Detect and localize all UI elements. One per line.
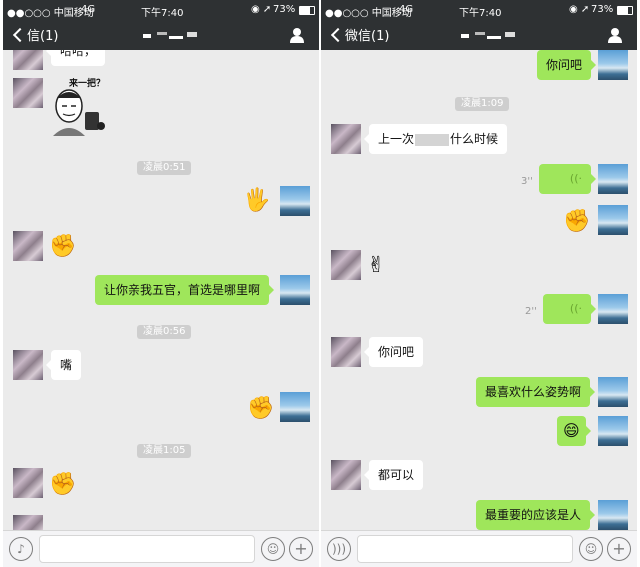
- message-bubble[interactable]: 都可以: [363, 460, 424, 490]
- sticker-message[interactable]: 来一把？: [51, 76, 111, 138]
- message-text: 什么时候: [450, 132, 499, 146]
- voice-duration: 2'': [525, 306, 537, 317]
- voice-icon: ((·: [569, 302, 582, 315]
- battery-level: 73%: [591, 4, 614, 15]
- plus-icon[interactable]: +: [289, 537, 313, 561]
- network-type: 4G: [399, 4, 414, 15]
- avatar[interactable]: [598, 500, 628, 530]
- contact-name-redacted: [461, 27, 521, 39]
- avatar[interactable]: [598, 416, 628, 446]
- victory-hand-emoji[interactable]: ✌: [367, 253, 385, 279]
- location-icon: ◉ ➚: [569, 4, 590, 15]
- avatar[interactable]: [598, 50, 628, 80]
- avatar[interactable]: [13, 231, 43, 261]
- input-toolbar: ♪ ☺ +: [3, 530, 319, 567]
- message-list[interactable]: 哈哈， 来一把？ 凌晨0:51 🖐 ✊ 让你亲我五官，首选是哪里啊 凌晨0:56…: [3, 50, 319, 530]
- redacted-text: [415, 133, 450, 146]
- fist-emoji[interactable]: ✊: [49, 472, 76, 498]
- message-text: 上一次: [378, 132, 415, 146]
- timestamp: 凌晨0:56: [137, 325, 192, 339]
- voice-duration: 3'': [521, 176, 533, 187]
- nav-bar: 微信(1): [321, 20, 637, 50]
- person-icon[interactable]: [289, 27, 305, 47]
- chevron-left-icon: [330, 27, 346, 43]
- input-toolbar: ))) ☺ +: [321, 530, 637, 567]
- left-chat-screen: ●●○○○ 中国移动 4G 下午7:40 ◉ ➚ 73% 信(1) 哈哈， 来一…: [3, 0, 319, 567]
- message-bubble[interactable]: 嘴: [45, 350, 82, 380]
- network-type: 4G: [81, 4, 96, 15]
- avatar[interactable]: [598, 294, 628, 324]
- contact-name-redacted: [143, 27, 203, 39]
- back-button[interactable]: 信(1): [11, 25, 58, 44]
- avatar[interactable]: [280, 275, 310, 305]
- avatar[interactable]: [598, 205, 628, 235]
- battery-level: 73%: [273, 4, 296, 15]
- smile-emoji[interactable]: 😄: [557, 416, 591, 446]
- avatar[interactable]: [280, 186, 310, 216]
- person-icon[interactable]: [607, 27, 623, 47]
- avatar[interactable]: [13, 468, 43, 498]
- emoji-icon[interactable]: ☺: [579, 537, 603, 561]
- clock: 下午7:40: [459, 8, 502, 19]
- timestamp: 凌晨0:51: [137, 161, 192, 175]
- avatar[interactable]: [13, 78, 43, 108]
- back-label: 信(1): [27, 29, 59, 44]
- avatar[interactable]: [331, 460, 361, 490]
- voice-icon[interactable]: ♪: [9, 537, 33, 561]
- avatar[interactable]: [331, 124, 361, 154]
- avatar[interactable]: [331, 250, 361, 280]
- fist-emoji[interactable]: ✊: [563, 209, 590, 235]
- message-bubble[interactable]: 你问吧: [363, 337, 424, 367]
- voice-message[interactable]: ((·: [543, 294, 596, 324]
- location-icon: ◉ ➚: [251, 4, 272, 15]
- message-bubble[interactable]: 最喜欢什么姿势啊: [476, 377, 596, 407]
- status-bar: ●●○○○ 中国移动 4G 下午7:40 ◉ ➚ 73%: [321, 0, 637, 20]
- battery-icon: [617, 6, 633, 15]
- message-bubble[interactable]: 最重要的应该是人: [476, 500, 596, 530]
- emoji-icon[interactable]: ☺: [261, 537, 285, 561]
- message-bubble[interactable]: 上一次 什么时候: [363, 124, 508, 154]
- plus-icon[interactable]: +: [607, 537, 631, 561]
- message-input[interactable]: [357, 535, 573, 563]
- back-label: 微信(1): [345, 29, 390, 44]
- fist-emoji[interactable]: ✊: [247, 396, 274, 422]
- avatar[interactable]: [598, 164, 628, 194]
- fist-emoji[interactable]: ✊: [49, 234, 76, 260]
- clock: 下午7:40: [141, 8, 184, 19]
- meme-face-icon: [53, 89, 105, 136]
- avatar[interactable]: [280, 392, 310, 422]
- timestamp: 凌晨1:09: [455, 97, 510, 111]
- voice-icon: ((·: [569, 172, 582, 185]
- avatar[interactable]: [13, 515, 43, 530]
- message-bubble[interactable]: 哈哈，: [45, 50, 106, 66]
- voice-icon[interactable]: ))): [327, 537, 351, 561]
- message-bubble[interactable]: 你问吧: [537, 50, 597, 80]
- voice-message[interactable]: ((·: [539, 164, 596, 194]
- avatar[interactable]: [331, 337, 361, 367]
- back-button[interactable]: 微信(1): [329, 25, 389, 44]
- message-list[interactable]: 你问吧 凌晨1:09 上一次 什么时候 3'' ((· ✊ ✌ 2'' ((· 你…: [321, 50, 637, 530]
- status-bar: ●●○○○ 中国移动 4G 下午7:40 ◉ ➚ 73%: [3, 0, 319, 20]
- hand-wave-emoji[interactable]: 🖐: [243, 188, 270, 214]
- message-bubble[interactable]: 让你亲我五官，首选是哪里啊: [95, 275, 275, 305]
- message-input[interactable]: [39, 535, 255, 563]
- nav-bar: 信(1): [3, 20, 319, 50]
- timestamp: 凌晨1:05: [137, 444, 192, 458]
- avatar[interactable]: [13, 350, 43, 380]
- right-chat-screen: ●●○○○ 中国移动 4G 下午7:40 ◉ ➚ 73% 微信(1) 你问吧 凌…: [321, 0, 637, 567]
- battery-icon: [299, 6, 315, 15]
- avatar[interactable]: [598, 377, 628, 407]
- avatar[interactable]: [13, 50, 43, 70]
- chevron-left-icon: [12, 27, 28, 43]
